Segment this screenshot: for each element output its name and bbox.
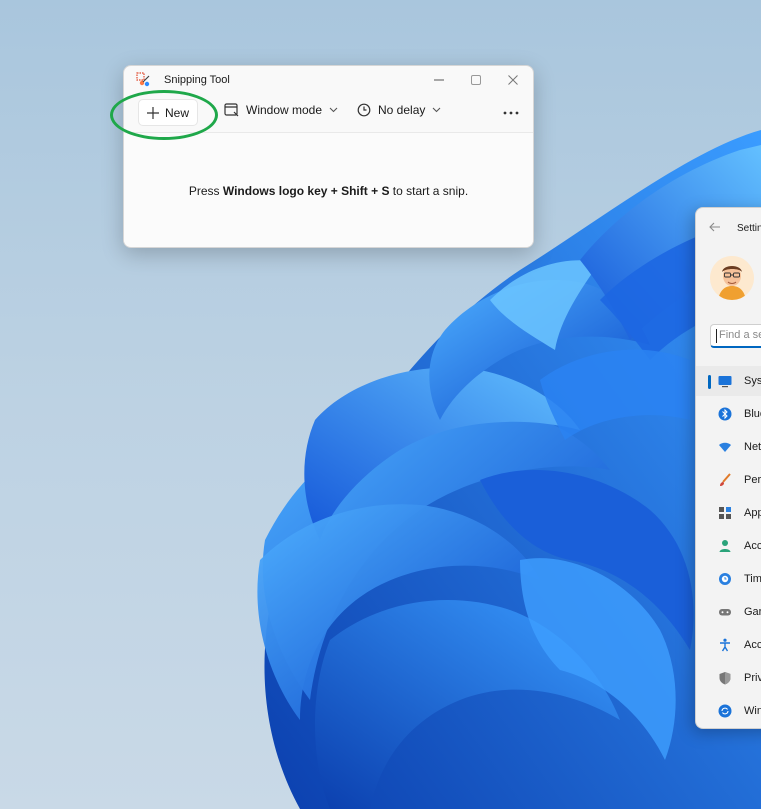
- nav-item-system[interactable]: Syst: [696, 366, 761, 396]
- shield-icon: [719, 672, 731, 685]
- settings-title: Settin: [737, 223, 761, 234]
- snip-delay-label: No delay: [378, 103, 426, 117]
- gamepad-icon: [719, 609, 731, 616]
- new-snip-button[interactable]: New: [138, 99, 198, 126]
- brush-icon: [720, 473, 731, 486]
- nav-item-windows-update[interactable]: Win: [696, 696, 761, 726]
- person-icon: [719, 540, 731, 552]
- more-icon: [503, 111, 519, 115]
- snipping-tool-app-icon: [136, 72, 150, 87]
- snip-delay-dropdown[interactable]: No delay: [357, 103, 441, 117]
- minimize-button[interactable]: [421, 66, 457, 94]
- settings-search-input[interactable]: [710, 324, 761, 348]
- maximize-icon: [471, 75, 481, 85]
- nav-item-time-language[interactable]: Tim: [696, 564, 761, 594]
- snip-hint-text: Press Windows logo key + Shift + S to st…: [188, 184, 469, 198]
- nav-item-apps[interactable]: App: [696, 498, 761, 528]
- window-mode-icon: [224, 103, 239, 117]
- snip-mode-dropdown[interactable]: Window mode: [224, 103, 338, 117]
- text-caret: [716, 329, 717, 343]
- snip-mode-label: Window mode: [246, 103, 323, 117]
- nav-item-bluetooth[interactable]: Blue: [696, 399, 761, 429]
- toolbar: New Window mode No delay: [124, 96, 533, 130]
- update-icon: [718, 704, 732, 718]
- nav-item-personalization[interactable]: Pers: [696, 465, 761, 495]
- avatar[interactable]: [710, 256, 754, 300]
- nav-item-network[interactable]: Net: [696, 432, 761, 462]
- nav-item-gaming[interactable]: Gar: [696, 597, 761, 627]
- wifi-icon: [719, 442, 731, 452]
- back-arrow-icon[interactable]: [709, 222, 721, 232]
- shortcut-keys: Windows logo key + Shift + S: [222, 184, 390, 198]
- active-indicator: [708, 375, 711, 389]
- nav-item-privacy[interactable]: Priv: [696, 663, 761, 693]
- nav-item-accessibility[interactable]: Acc: [696, 630, 761, 660]
- user-avatar-icon: [710, 256, 754, 300]
- clock-icon: [357, 103, 371, 117]
- close-icon: [508, 75, 518, 85]
- display-icon: [718, 376, 732, 388]
- accessibility-icon: [720, 638, 730, 652]
- snip-content-area: Press Windows logo key + Shift + S to st…: [124, 133, 533, 247]
- more-options-button[interactable]: [501, 105, 521, 121]
- snipping-tool-window: Snipping Tool New Window mode No delay P…: [123, 65, 534, 248]
- plus-icon: [146, 106, 159, 119]
- nav-item-accounts[interactable]: Acc: [696, 531, 761, 561]
- apps-icon: [719, 507, 731, 519]
- chevron-down-icon: [432, 107, 441, 113]
- close-button[interactable]: [495, 66, 531, 94]
- new-snip-label: New: [164, 105, 189, 120]
- chevron-down-icon: [329, 107, 338, 113]
- clock-globe-icon: [719, 573, 731, 585]
- search-field[interactable]: [719, 329, 761, 341]
- minimize-icon: [434, 79, 444, 81]
- settings-window: Settin Syst Blue Net: [695, 207, 761, 729]
- title-bar[interactable]: Snipping Tool: [124, 66, 533, 94]
- window-title: Snipping Tool: [164, 74, 230, 86]
- bluetooth-icon: [718, 407, 732, 421]
- maximize-button[interactable]: [458, 66, 494, 94]
